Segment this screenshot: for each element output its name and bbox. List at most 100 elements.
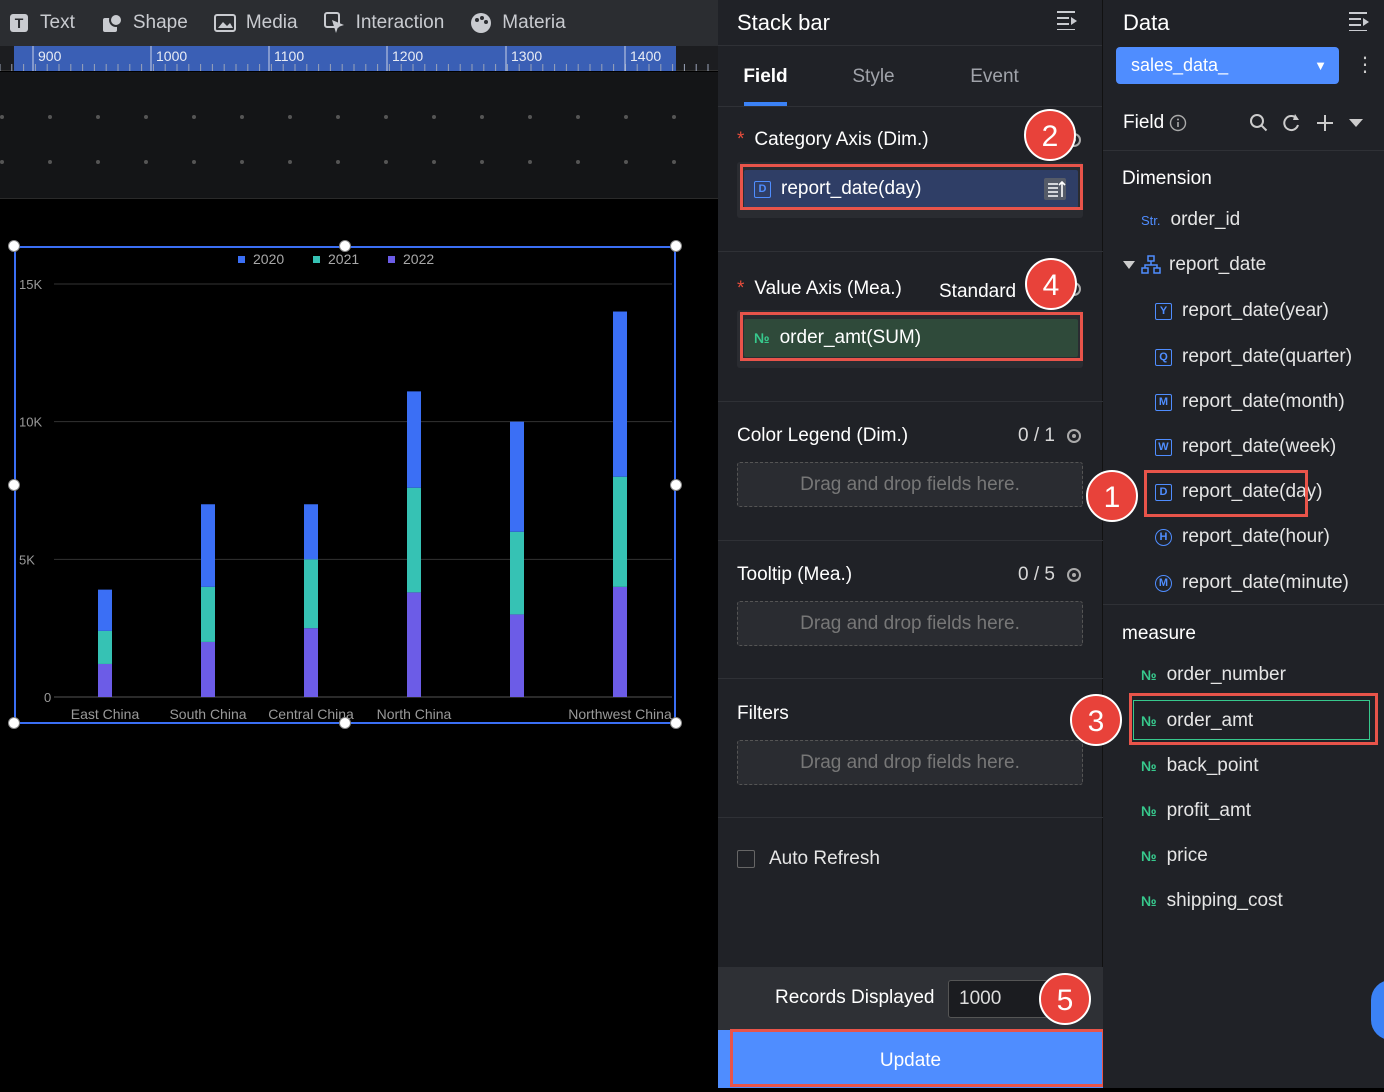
divider [1103,150,1384,151]
highlight-box [1144,470,1308,517]
text-icon: T [8,12,30,34]
add-icon[interactable] [1315,113,1335,138]
more-options-icon[interactable]: ⋮ [1355,52,1375,77]
grid-dot [288,160,292,164]
toolbar-text-label: Text [40,12,75,33]
toolbar-shape[interactable]: Shape [101,0,214,46]
color-legend-dropzone[interactable]: Drag and drop fields here. [737,462,1083,507]
grid-dot [144,160,148,164]
grid-dot [240,115,244,119]
category-axis-title: * Category Axis (Dim.) [737,129,929,150]
tab-style[interactable]: Style [813,46,934,106]
search-icon[interactable] [1249,113,1269,138]
field-report-date[interactable]: report_date [1123,254,1266,276]
grid-dot [432,115,436,119]
grid-dot [0,115,4,119]
measure-group-label: measure [1122,623,1196,644]
collapse-panel-icon[interactable] [1348,11,1370,36]
filters-dropzone[interactable]: Drag and drop fields here. [737,740,1083,785]
tooltip-dropzone[interactable]: Drag and drop fields here. [737,601,1083,646]
data-panel: Data sales_data_ ▼ ⋮ Field Dimension Str… [1070,0,1384,1088]
field-shipping-cost[interactable]: № shipping_cost [1141,890,1283,912]
records-input[interactable]: 1000 [948,980,1048,1018]
resize-handle-bottom-right[interactable] [670,717,682,729]
step-badge-1: 1 [1086,470,1138,522]
value-axis-title: * Value Axis (Mea.) [737,278,902,299]
field-price[interactable]: № price [1141,845,1208,867]
records-label: Records Displayed [775,987,935,1008]
component-toolbar: T Text Shape Media Interaction Materia [0,0,718,46]
ruler-label: 1200 [392,48,424,64]
resize-handle-bottom-left[interactable] [8,717,20,729]
field-report-date-year[interactable]: Y report_date(year) [1155,300,1329,322]
tab-field[interactable]: Field [718,46,813,106]
toolbar-interaction[interactable]: Interaction [323,0,471,46]
grid-dot [384,115,388,119]
settings-icon[interactable] [1065,427,1083,445]
field-report-date-hour[interactable]: H report_date(hour) [1155,526,1330,548]
grid-dot [48,115,52,119]
caret-down-icon[interactable] [1123,260,1135,270]
value-axis-mode[interactable]: Standard [939,281,1016,303]
color-legend-count: 0 / 1 [1018,425,1083,447]
date-minute-icon: M [1155,574,1172,592]
settings-icon[interactable] [1065,566,1083,584]
field-report-date-week[interactable]: W report_date(week) [1155,436,1336,458]
toolbar-shape-label: Shape [132,12,188,33]
field-profit-amt[interactable]: № profit_amt [1141,800,1251,822]
info-icon [1169,114,1187,132]
grid-dot [240,160,244,164]
chart-selection-frame[interactable] [14,246,676,724]
resize-handle-bottom[interactable] [339,717,351,729]
field-report-date-minute[interactable]: M report_date(minute) [1155,572,1349,594]
grid-dot [144,115,148,119]
field-back-point[interactable]: № back_point [1141,755,1259,777]
chevron-down-icon: ▼ [1314,58,1327,73]
field-toolbar: Field [1123,112,1187,134]
collapse-panel-icon[interactable] [1056,10,1078,35]
caret-down-icon[interactable] [1348,116,1364,134]
grid-dot [192,160,196,164]
measure-number-icon: № [1141,667,1157,683]
color-legend-title: Color Legend (Dim.) [737,425,909,446]
resize-handle-left[interactable] [8,479,20,491]
field-report-date-quarter[interactable]: Q report_date(quarter) [1155,346,1352,368]
step-badge-3: 3 [1070,694,1122,746]
auto-refresh-label: Auto Refresh [769,848,880,869]
refresh-icon[interactable] [1281,113,1301,138]
resize-handle-top[interactable] [339,240,351,252]
floating-help-button[interactable] [1371,980,1384,1040]
dimension-group-label: Dimension [1122,168,1212,189]
toolbar-material[interactable]: Materia [470,0,591,46]
tooltip-title: Tooltip (Mea.) [737,564,853,585]
toolbar-text[interactable]: T Text [0,0,101,46]
config-title: Stack bar [737,9,830,35]
ruler-label: 900 [38,48,62,64]
horizontal-ruler: 900 1000 1100 1200 1300 1400 [0,46,718,71]
ruler-label: 1000 [156,48,188,64]
auto-refresh-checkbox[interactable] [737,850,755,868]
highlight-box [740,312,1083,361]
tab-event[interactable]: Event [934,46,1055,106]
grid-dot [624,115,628,119]
grid-dot [576,160,580,164]
grid-dot [672,160,676,164]
grid-dot [480,115,484,119]
field-report-date-month[interactable]: M report_date(month) [1155,391,1345,413]
dataset-select[interactable]: sales_data_ ▼ [1116,47,1339,84]
config-header: Stack bar [718,0,1102,46]
grid-dot [624,160,628,164]
field-order-id[interactable]: Str. order_id [1141,209,1240,231]
auto-refresh-row: Auto Refresh [737,848,880,870]
canvas-area[interactable]: T Text Shape Media Interaction Materia 9… [0,0,718,1088]
resize-handle-top-left[interactable] [8,240,20,252]
highlight-box [730,1029,1105,1087]
date-month-icon: M [1155,393,1172,411]
resize-handle-right[interactable] [670,479,682,491]
field-order-number[interactable]: № order_number [1141,664,1286,686]
ruler-label: 1100 [274,48,305,64]
hierarchy-icon [1141,255,1161,275]
resize-handle-top-right[interactable] [670,240,682,252]
toolbar-media[interactable]: Media [213,0,324,46]
filters-section: Filters Drag and drop fields here. [718,679,1103,818]
